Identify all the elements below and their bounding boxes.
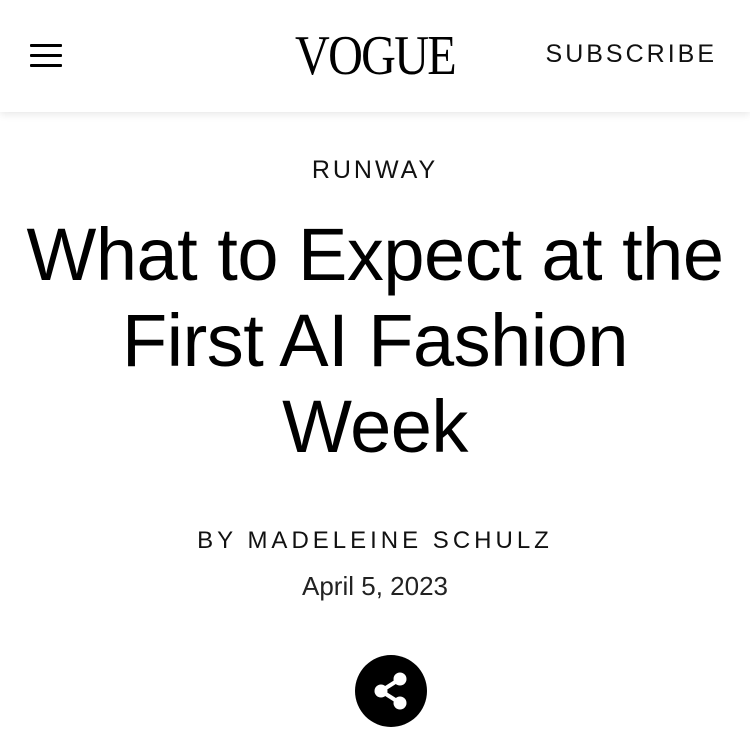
site-header: VOGUE SUBSCRIBE xyxy=(0,0,750,112)
rubric-link[interactable]: RUNWAY xyxy=(0,155,750,185)
article-title: What to Expect at the First AI Fashion W… xyxy=(26,213,724,468)
byline-prefix: BY xyxy=(197,527,237,554)
menu-bar xyxy=(30,54,62,57)
share-icon xyxy=(374,672,407,710)
byline: BY MADELEINE SCHULZ xyxy=(0,526,750,556)
hamburger-menu-icon[interactable] xyxy=(28,40,64,72)
menu-bar xyxy=(30,44,62,47)
share-button[interactable] xyxy=(355,655,427,727)
author-link[interactable]: MADELEINE SCHULZ xyxy=(247,527,552,554)
vogue-logo[interactable]: VOGUE xyxy=(295,26,457,86)
publish-date: April 5, 2023 xyxy=(302,571,448,601)
subscribe-button[interactable]: SUBSCRIBE xyxy=(546,40,717,68)
article-page: VOGUE SUBSCRIBE RUNWAY What to Expect at… xyxy=(0,0,750,741)
menu-bar xyxy=(30,64,62,67)
